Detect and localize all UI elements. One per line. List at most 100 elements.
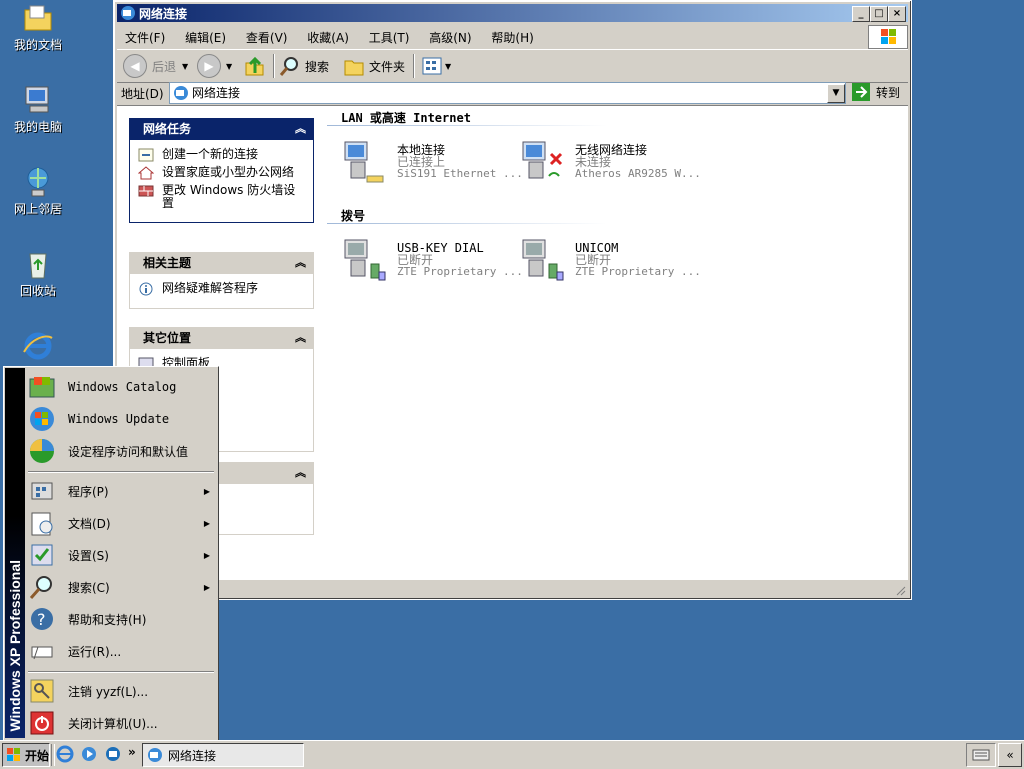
desktop-icon-my-computer[interactable]: 我的电脑 [8, 84, 68, 134]
window-title: 网络连接 [139, 7, 188, 21]
start-item-documents[interactable]: 文档(D) ▶ [28, 507, 214, 539]
collapse-icon[interactable]: ︽ [295, 252, 306, 274]
desktop-icon-label: 网上邻居 [13, 202, 62, 216]
go-button[interactable]: 转到 [852, 82, 900, 102]
start-item-programs[interactable]: 程序(P) ▶ [28, 475, 214, 507]
views-icon [422, 57, 442, 75]
settings-icon [31, 544, 53, 566]
connection-unicom[interactable]: UNICOM 已断开 ZTE Proprietary ... [521, 238, 701, 288]
connection-usb-key-dial[interactable]: USB-KEY DIAL 已断开 ZTE Proprietary ... [343, 238, 523, 288]
menu-file[interactable]: 文件(F) [117, 25, 173, 50]
windows-catalog-icon [29, 377, 55, 398]
section-divider [327, 223, 607, 224]
connection-wireless[interactable]: 无线网络连接 未连接 Atheros AR9285 W... [521, 140, 701, 190]
collapse-icon[interactable]: ︽ [295, 327, 306, 349]
collapse-icon[interactable]: ︽ [295, 462, 306, 484]
desktop-icon-my-documents[interactable]: 我的文档 [8, 2, 68, 52]
desktop-icon-ie[interactable] [8, 330, 68, 366]
section-divider [327, 125, 607, 126]
maximize-button[interactable]: □ [870, 6, 888, 22]
pane-body: 创建一个新的连接 设置家庭或小型办公网络 更改 Windows 防火墙设置 [129, 140, 314, 223]
wireless-connection-icon [522, 141, 563, 179]
start-item-logoff[interactable]: 注销 yyzf(L)... [28, 675, 214, 707]
minimize-button[interactable]: _ [852, 6, 870, 22]
forward-arrow-icon: ▶ [197, 54, 221, 78]
menu-edit[interactable]: 编辑(E) [177, 25, 234, 50]
search-button[interactable]: 搜索 [279, 54, 329, 78]
keyboard-icon[interactable] [972, 748, 990, 762]
folders-label: 文件夹 [369, 59, 406, 74]
network-tasks-pane: 网络任务 ︽ 创建一个新的连接 设置家庭或小型办公网络 更改 Windows 防… [129, 118, 314, 223]
lan-connection-icon [344, 141, 384, 183]
address-dropdown-button[interactable]: ▼ [827, 84, 845, 103]
desktop-icon-label: 回收站 [19, 284, 56, 298]
go-arrow-icon [852, 83, 870, 101]
network-connections-icon [120, 5, 136, 21]
folders-button[interactable]: 文件夹 [343, 54, 405, 78]
desktop-icon-network-places[interactable]: 网上邻居 [8, 166, 68, 216]
start-item-program-access[interactable]: 设定程序访问和默认值 [28, 435, 214, 467]
close-button[interactable]: × [888, 6, 906, 22]
quicklaunch-media-icon[interactable] [80, 745, 98, 763]
menu-tools[interactable]: 工具(T) [361, 25, 418, 50]
separator [28, 671, 214, 673]
menu-help[interactable]: 帮助(H) [483, 25, 541, 50]
start-menu-band: Windows XP Professional [5, 368, 25, 738]
start-item-help[interactable]: ? 帮助和支持(H) [28, 603, 214, 635]
back-button[interactable]: ◀ 后退 ▼ [123, 54, 188, 78]
network-connections-icon [148, 748, 162, 762]
toolbar: ◀ 后退 ▼ ▶ ▼ 搜索 文件夹 ▼ [117, 49, 908, 83]
address-input[interactable]: 网络连接 ▼ [169, 82, 846, 104]
address-bar: 地址(D) 网络连接 ▼ 转到 [117, 82, 908, 104]
task-home-network[interactable]: 设置家庭或小型办公网络 [138, 166, 307, 180]
start-item-windows-catalog[interactable]: Windows Catalog [28, 371, 214, 403]
other-places-header[interactable]: 其它位置 ︽ [129, 327, 314, 349]
title-bar[interactable]: 网络连接 _ □ × [117, 4, 908, 22]
menu-view[interactable]: 查看(V) [238, 25, 296, 50]
desktop-icon-recycle-bin[interactable]: 回收站 [8, 248, 68, 298]
topic-network-troubleshooter[interactable]: 网络疑难解答程序 [138, 282, 307, 296]
collapse-icon[interactable]: ︽ [295, 118, 306, 140]
connection-device: ZTE Proprietary ... [575, 265, 701, 278]
start-item-run[interactable]: 运行(R)... [28, 635, 214, 667]
start-menu-band-text: Windows XP Professional [7, 560, 23, 732]
help-icon: ? [31, 608, 53, 630]
taskbar-item-label: 网络连接 [168, 748, 217, 763]
connection-device: Atheros AR9285 W... [575, 167, 701, 180]
start-item-windows-update[interactable]: Windows Update [28, 403, 214, 435]
search-icon [279, 57, 298, 76]
firewall-icon [138, 185, 154, 197]
address-value: 网络连接 [192, 86, 241, 100]
taskbar-item-network-connections[interactable]: 网络连接 [142, 743, 304, 767]
start-button[interactable]: 开始 [2, 743, 50, 767]
up-button[interactable] [243, 54, 265, 78]
task-create-connection[interactable]: 创建一个新的连接 [138, 148, 307, 162]
start-item-shutdown[interactable]: 关闭计算机(U)... [28, 707, 214, 739]
home-network-icon [138, 166, 154, 180]
quicklaunch-desktop-icon[interactable] [104, 745, 122, 763]
system-tray [966, 743, 996, 767]
network-tasks-header[interactable]: 网络任务 ︽ [129, 118, 314, 140]
chevron-down-icon: ▼ [226, 61, 233, 71]
resize-grip-icon[interactable] [894, 584, 906, 596]
related-topics-header[interactable]: 相关主题 ︽ [129, 252, 314, 274]
forward-button[interactable]: ▶ ▼ [197, 54, 232, 78]
go-label: 转到 [876, 85, 901, 100]
start-item-search[interactable]: 搜索(C) ▶ [28, 571, 214, 603]
logoff-key-icon [30, 679, 54, 703]
quicklaunch-ie-icon[interactable] [56, 745, 74, 763]
programs-icon [31, 482, 53, 500]
views-button[interactable]: ▼ [421, 54, 451, 78]
tray-expand-icon[interactable]: « [998, 743, 1022, 767]
svg-text:?: ? [37, 610, 46, 629]
start-item-settings[interactable]: 设置(S) ▶ [28, 539, 214, 571]
windows-flag-icon [7, 748, 20, 761]
run-icon [31, 646, 53, 660]
address-label: 地址(D) [121, 87, 164, 101]
submenu-arrow-icon: ▶ [203, 550, 210, 560]
quicklaunch-chevron[interactable]: » [128, 745, 136, 759]
menu-favorites[interactable]: 收藏(A) [299, 25, 357, 50]
menu-advanced[interactable]: 高级(N) [421, 25, 479, 50]
connection-local[interactable]: 本地连接 已连接上 SiS191 Ethernet ... [343, 140, 523, 190]
task-firewall-settings[interactable]: 更改 Windows 防火墙设置 [138, 184, 307, 210]
